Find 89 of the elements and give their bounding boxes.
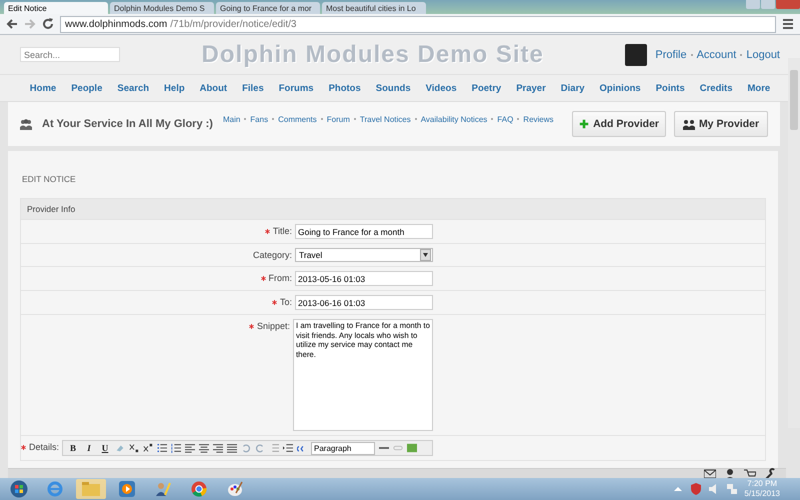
- provider-link[interactable]: Reviews: [523, 114, 554, 124]
- justify-icon: [227, 443, 238, 453]
- chrome-icon: [191, 481, 207, 497]
- reload-icon: [42, 18, 54, 30]
- provider-link[interactable]: Main: [222, 114, 240, 124]
- menu-icon: [782, 18, 794, 30]
- field-label: From:: [268, 272, 293, 285]
- field-label: Snippet:: [256, 320, 291, 333]
- provider-link[interactable]: Comments: [278, 114, 317, 124]
- nav-link[interactable]: About: [192, 82, 235, 94]
- browser-tab[interactable]: Edit Notice: [4, 2, 108, 14]
- link-icon: [393, 443, 404, 453]
- eraser-icon: [115, 443, 126, 453]
- group-icon: [682, 118, 695, 130]
- nav-link[interactable]: Poetry: [464, 82, 509, 94]
- nav-link[interactable]: People: [64, 82, 110, 94]
- nav-link[interactable]: Search: [110, 82, 157, 94]
- subscript-icon: [129, 443, 140, 453]
- page-heading: EDIT NOTICE: [21, 173, 77, 186]
- plus-icon: [579, 118, 590, 130]
- browser-tab[interactable]: Going to France for a mor: [216, 2, 320, 14]
- nav-link[interactable]: Videos: [418, 82, 464, 94]
- nav-link[interactable]: Credits: [692, 82, 740, 94]
- paint-palette-icon: [227, 481, 243, 497]
- network-icon: [726, 483, 738, 495]
- text-field[interactable]: 2013-05-16 01:03: [295, 271, 433, 286]
- forward-icon: [24, 18, 36, 30]
- nav-link[interactable]: Photos: [321, 82, 368, 94]
- browser-e-icon: [47, 481, 63, 497]
- text-field[interactable]: 2013-06-16 01:03: [295, 295, 433, 310]
- section-header: Provider Info: [20, 198, 766, 220]
- format-dropdown[interactable]: Paragraph: [311, 442, 376, 454]
- align-center-icon: [199, 443, 210, 453]
- play-icon: [119, 481, 135, 497]
- indent-icon: [283, 443, 294, 453]
- bullet-list-icon: [157, 443, 168, 453]
- my-provider-button[interactable]: My Provider: [674, 111, 768, 137]
- provider-title: At Your Service In All My Glory :): [42, 118, 213, 130]
- back-icon: [6, 18, 18, 30]
- field-label: Category:: [252, 249, 293, 262]
- avatar[interactable]: [625, 44, 648, 66]
- field-label: Details:: [28, 441, 60, 454]
- user-tool-icon: [155, 481, 171, 497]
- provider-link[interactable]: Fans: [250, 114, 268, 124]
- search-field[interactable]: Search...: [20, 47, 120, 62]
- provider-link[interactable]: FAQ: [497, 114, 514, 124]
- address-bar[interactable]: www.dolphinmods.com /71b/m/provider/notice/edit/3: [60, 16, 776, 32]
- redo-icon: [255, 443, 266, 453]
- text-field[interactable]: Going to France for a month: [295, 224, 433, 239]
- provider-link[interactable]: Travel Notices: [360, 114, 411, 124]
- align-right-icon: [213, 443, 224, 453]
- field-label: To:: [278, 296, 293, 309]
- folder-icon: [82, 482, 100, 496]
- group-icon: [20, 118, 32, 130]
- nav-link[interactable]: More: [740, 82, 778, 94]
- windows-logo-icon: [10, 480, 28, 498]
- envelope-icon: [704, 468, 716, 480]
- nav-link[interactable]: Opinions: [592, 82, 648, 94]
- nav-link[interactable]: Files: [234, 82, 272, 94]
- nav-link[interactable]: Points: [648, 82, 692, 94]
- image-icon: [407, 443, 418, 453]
- nav-link[interactable]: Sounds: [368, 82, 418, 94]
- site-title: Dolphin Modules Demo Site: [200, 40, 545, 69]
- provider-link[interactable]: Availability Notices: [420, 114, 488, 124]
- nav-link[interactable]: Home: [22, 82, 64, 94]
- caret-icon: [423, 253, 428, 257]
- user-link[interactable]: Profile: [655, 48, 687, 61]
- nav-link[interactable]: Diary: [553, 82, 592, 94]
- user-link[interactable]: Logout: [746, 48, 780, 61]
- format-button[interactable]: I: [83, 443, 96, 453]
- format-button[interactable]: B: [67, 443, 80, 453]
- numbered-list-icon: [171, 443, 182, 453]
- nav-link[interactable]: Help: [156, 82, 192, 94]
- browser-tab[interactable]: Dolphin Modules Demo S: [110, 2, 214, 14]
- nav-link[interactable]: Forums: [271, 82, 322, 94]
- superscript-icon: [143, 443, 154, 453]
- nav-link[interactable]: Prayer: [508, 82, 554, 94]
- category-dropdown[interactable]: Travel: [295, 248, 433, 262]
- field-label: Title:: [272, 225, 293, 238]
- undo-icon: [241, 443, 252, 453]
- wrench-icon: [764, 468, 776, 480]
- align-left-icon: [185, 443, 196, 453]
- add-provider-button[interactable]: Add Provider: [572, 111, 666, 137]
- scrollbar[interactable]: [788, 58, 800, 428]
- user-link[interactable]: Account: [696, 48, 736, 61]
- format-button[interactable]: U: [99, 443, 112, 453]
- shield-icon: [690, 483, 702, 495]
- browser-tab[interactable]: Most beautiful cities in Lo: [322, 2, 426, 14]
- provider-link[interactable]: Forum: [326, 114, 350, 124]
